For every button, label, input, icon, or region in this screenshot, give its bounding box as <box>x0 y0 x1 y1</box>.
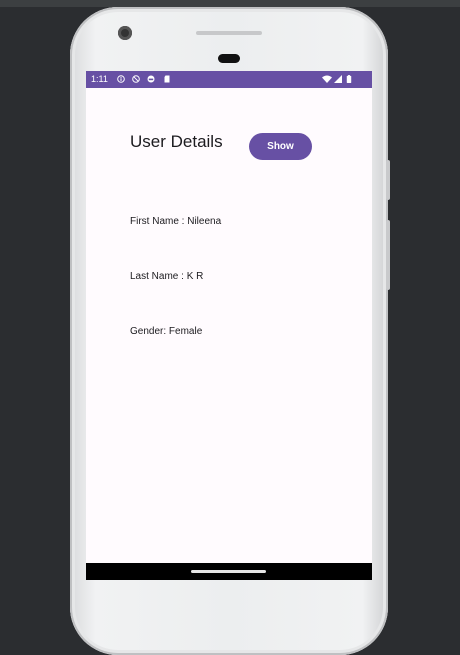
wifi-icon <box>322 75 332 83</box>
info-icon <box>117 75 125 83</box>
ide-top-strip <box>0 0 460 7</box>
front-camera-icon <box>118 26 132 40</box>
no-disturb-icon <box>132 75 140 83</box>
top-speaker-grille <box>196 31 262 35</box>
sd-card-icon <box>164 75 170 83</box>
gender-text: Gender: Female <box>130 326 203 337</box>
signal-icon <box>334 75 342 83</box>
battery-icon <box>346 75 352 83</box>
page-title: User Details <box>130 132 223 151</box>
earpiece <box>218 54 240 63</box>
last-name-text: Last Name : K R <box>130 271 204 282</box>
home-gesture-pill[interactable] <box>191 570 266 573</box>
navigation-bar <box>86 563 372 580</box>
volume-button[interactable] <box>386 220 390 290</box>
device-screen: 1:11 User Details Show First Name: Nile… <box>86 71 372 580</box>
phone-chin <box>86 582 372 612</box>
first-name-text: First Name : Nileena <box>130 216 222 227</box>
show-button[interactable]: Show <box>249 133 312 160</box>
power-button[interactable] <box>386 160 390 200</box>
status-time: 1:11 <box>91 74 108 84</box>
android-icon <box>147 75 155 83</box>
status-bar: 1:11 <box>86 71 372 88</box>
